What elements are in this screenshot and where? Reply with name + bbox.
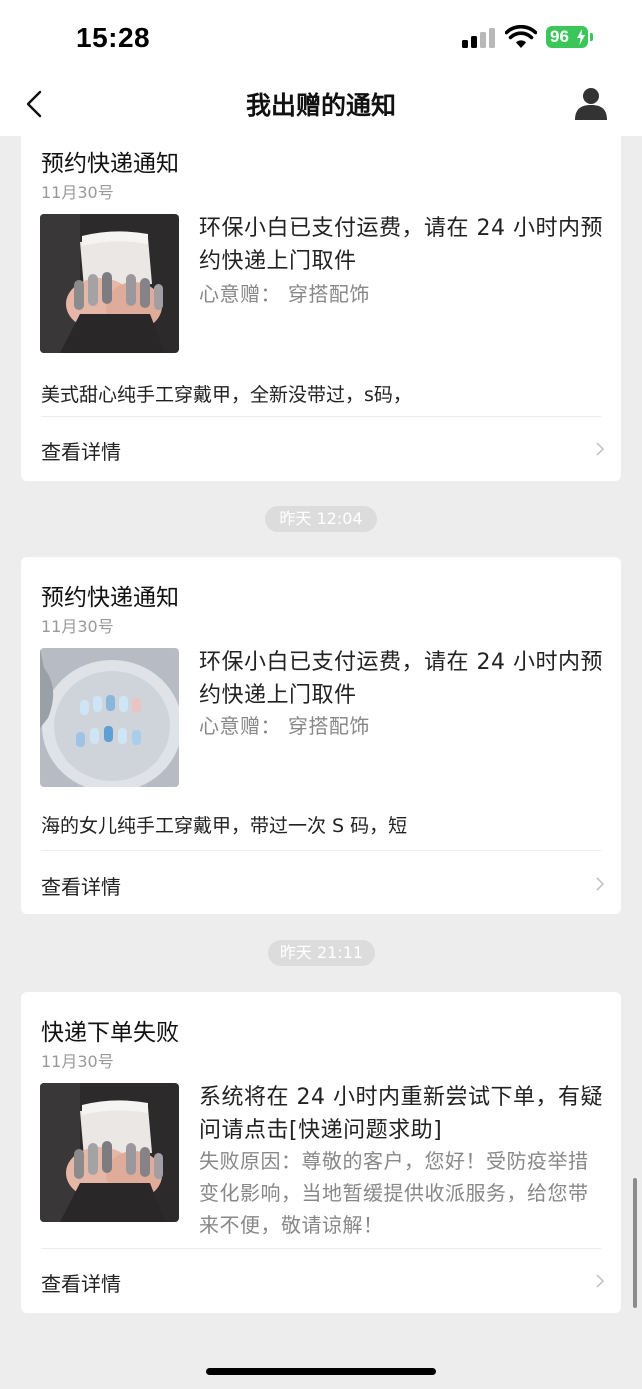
card-description: 美式甜心纯手工穿戴甲，全新没带过，s码， — [41, 384, 412, 406]
card-subtext: 心意赠： 穿搭配饰 — [199, 282, 370, 306]
scrollbar[interactable] — [633, 1178, 637, 1308]
card-description: 海的女儿纯手工穿戴甲，带过一次 S 码，短 — [41, 815, 408, 837]
view-details-link[interactable]: 查看详情 — [41, 436, 121, 465]
status-time: 15:28 — [76, 22, 151, 53]
notification-card[interactable]: 快递下单失败 11月30号 系统将在 24 小时内重新尝试下单，有疑问请点击[快… — [21, 992, 621, 1313]
page-title: 我出赠的通知 — [245, 91, 396, 120]
profile-icon[interactable] — [574, 86, 608, 120]
chevron-right-icon — [596, 442, 605, 456]
divider — [41, 850, 601, 851]
card-title: 预约快递通知 — [41, 151, 179, 177]
timestamp-badge: 昨天 21:11 — [268, 940, 375, 966]
notification-card[interactable]: 预约快递通知 11月30号 环保小白已支付运费，请在 24 小时内预约快递上门取… — [21, 136, 621, 481]
timestamp-badge: 昨天 12:04 — [265, 506, 377, 532]
card-date: 11月30号 — [41, 617, 114, 636]
divider — [41, 1248, 601, 1249]
cellular-signal-icon — [462, 28, 496, 48]
notification-list: 预约快递通知 11月30号 环保小白已支付运费，请在 24 小时内预约快递上门取… — [0, 136, 642, 1389]
nav-bar: 我出赠的通知 — [0, 74, 642, 136]
chevron-right-icon — [596, 877, 605, 891]
card-title: 快递下单失败 — [41, 1020, 179, 1046]
nail-photo-mug-icon — [40, 1083, 179, 1222]
card-message: 环保小白已支付运费，请在 24 小时内预约快递上门取件 — [199, 216, 603, 274]
charging-bolt-icon — [577, 29, 585, 45]
item-thumbnail[interactable] — [40, 1083, 179, 1222]
nail-photo-tray-icon — [40, 648, 179, 787]
card-date: 11月30号 — [41, 1052, 114, 1071]
wifi-icon — [505, 25, 537, 48]
battery-nub — [590, 33, 593, 41]
card-title: 预约快递通知 — [41, 585, 179, 611]
nail-photo-mug-icon — [40, 214, 179, 353]
item-thumbnail[interactable] — [40, 648, 179, 787]
card-message: 环保小白已支付运费，请在 24 小时内预约快递上门取件 — [199, 650, 603, 708]
item-thumbnail[interactable] — [40, 214, 179, 353]
battery-indicator: 96 — [546, 26, 588, 48]
battery-level: 96 — [550, 27, 569, 46]
card-subtext: 失败原因：尊敬的客户，您好！受防疫举措变化影响，当地暂缓提供收派服务，给您带来不… — [199, 1149, 589, 1237]
status-bar: 15:28 96 — [0, 0, 642, 74]
view-details-link[interactable]: 查看详情 — [41, 1268, 121, 1297]
chevron-right-icon — [596, 1274, 605, 1288]
home-indicator[interactable] — [206, 1368, 436, 1375]
notification-card[interactable]: 预约快递通知 11月30号 环保小白已支付运费，请在 24 小时内预约快递上门取… — [21, 557, 621, 914]
card-message: 系统将在 24 小时内重新尝试下单，有疑问请点击[快递问题求助] — [199, 1085, 603, 1143]
card-date: 11月30号 — [41, 183, 114, 202]
divider — [41, 416, 601, 417]
card-subtext: 心意赠： 穿搭配饰 — [199, 714, 370, 738]
view-details-link[interactable]: 查看详情 — [41, 871, 121, 900]
